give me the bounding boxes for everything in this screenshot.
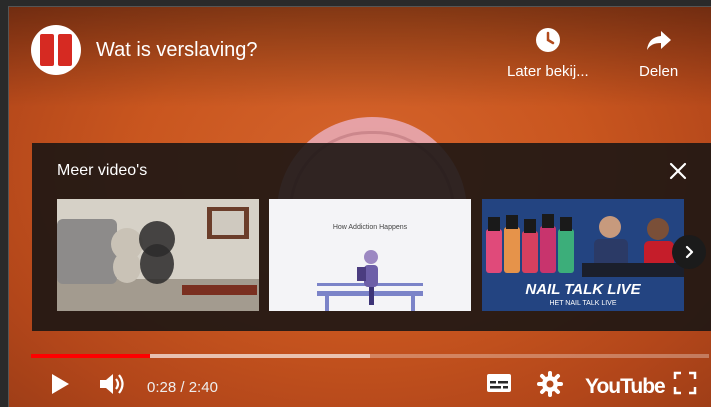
more-videos-title: Meer video's bbox=[57, 162, 148, 179]
thumbnail-3-caption: NAIL TALK LIVE bbox=[525, 281, 641, 298]
video-thumbnail-3[interactable]: NAIL TALK LIVE HET NAIL TALK LIVE bbox=[482, 199, 684, 311]
thumbnail-image-bench: How Addiction Happens bbox=[269, 199, 471, 311]
time-separator: / bbox=[180, 379, 185, 396]
progress-bar[interactable] bbox=[31, 354, 709, 358]
video-thumbnail-1[interactable] bbox=[57, 199, 259, 311]
next-videos-button[interactable] bbox=[672, 235, 706, 269]
fullscreen-icon bbox=[673, 371, 697, 395]
volume-icon bbox=[100, 374, 124, 394]
share-button[interactable]: Delen bbox=[639, 25, 678, 80]
subtitles-button[interactable] bbox=[485, 371, 513, 395]
volume-button[interactable] bbox=[97, 371, 127, 397]
settings-button[interactable] bbox=[537, 371, 563, 397]
time-display: 0:28 / 2:40 bbox=[147, 379, 218, 396]
thumbnail-image-nail-talk: NAIL TALK LIVE HET NAIL TALK LIVE bbox=[482, 199, 684, 311]
share-label: Delen bbox=[639, 63, 679, 80]
clock-icon bbox=[535, 28, 560, 52]
current-time: 0:28 bbox=[147, 379, 177, 396]
share-arrow-icon bbox=[646, 31, 671, 50]
subtitles-icon bbox=[487, 374, 511, 392]
thumbnail-image-cartoon bbox=[57, 199, 259, 311]
channel-logo-bar bbox=[40, 34, 54, 66]
youtube-logo[interactable]: YouTube bbox=[585, 375, 666, 399]
close-icon bbox=[669, 162, 687, 180]
channel-logo-bar bbox=[58, 34, 72, 66]
gear-icon bbox=[537, 371, 563, 397]
fullscreen-button[interactable] bbox=[673, 371, 697, 395]
watch-later-label: Later bekij... bbox=[507, 63, 589, 80]
play-icon bbox=[52, 374, 69, 394]
progress-played bbox=[31, 354, 151, 358]
video-title[interactable]: Wat is verslaving? bbox=[96, 39, 258, 62]
player-controls: 0:28 / 2:40 YouTube bbox=[9, 363, 711, 407]
play-button[interactable] bbox=[47, 371, 73, 397]
thumbnail-2-caption: How Addiction Happens bbox=[333, 224, 408, 231]
video-thumbnail-2[interactable]: How Addiction Happens bbox=[269, 199, 471, 311]
thumbnail-3-subcaption: HET NAIL TALK LIVE bbox=[549, 300, 616, 307]
more-videos-panel: Meer video's How Addiction Happens NAIL … bbox=[32, 143, 711, 331]
watch-later-button[interactable]: Later bekij... bbox=[507, 25, 589, 80]
video-player[interactable]: Wat is verslaving? Later bekij... Delen … bbox=[8, 6, 711, 407]
duration: 2:40 bbox=[188, 379, 218, 396]
close-more-videos-button[interactable] bbox=[666, 159, 690, 183]
channel-avatar[interactable] bbox=[31, 25, 81, 75]
chevron-right-icon bbox=[685, 245, 694, 259]
